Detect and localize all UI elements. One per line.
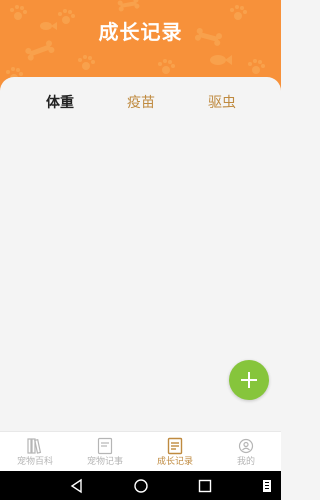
notification-icon[interactable] [258,477,276,495]
tab-vaccine[interactable]: 疫苗 [111,93,171,113]
system-navigation-bar [0,471,281,500]
nav-label: 宠物记事 [86,457,123,467]
nav-item-pet-notes[interactable]: 宠物记事 [70,432,140,472]
tab-deworming[interactable]: 驱虫 [192,93,252,113]
page-title: 成长记录 [98,20,183,44]
home-icon[interactable] [132,477,150,495]
nav-item-profile[interactable]: 我的 [211,432,281,472]
nav-label: 我的 [236,457,255,467]
profile-icon [238,438,254,454]
nav-item-pet-encyclopedia[interactable]: 宠物百科 [0,432,70,472]
tab-bar: 体重 疫苗 驱虫 [0,77,281,127]
book-icon [27,438,42,454]
nav-label: 宠物百科 [16,457,53,467]
add-record-button[interactable] [229,360,269,400]
bottom-navigation: 宠物百科 宠物记事 成长记录 我的 [0,431,281,471]
plus-icon [241,372,257,388]
back-icon[interactable] [68,477,86,495]
tab-weight[interactable]: 体重 [30,93,90,113]
nav-item-growth-record[interactable]: 成长记录 [140,432,210,472]
content-card: 体重 疫苗 驱虫 [0,77,281,431]
nav-label: 成长记录 [156,457,193,467]
notes-icon [97,437,113,455]
record-icon [167,437,183,455]
recent-apps-icon[interactable] [196,477,214,495]
